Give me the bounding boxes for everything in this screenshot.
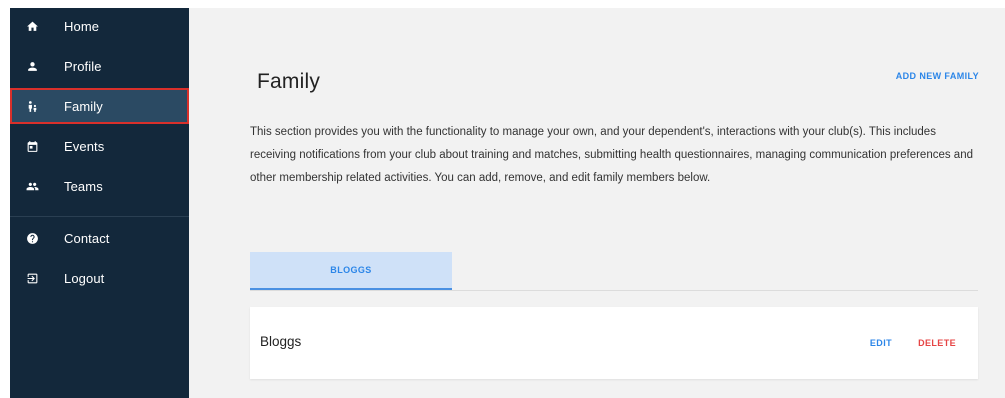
family-card: Bloggs EDIT DELETE — [250, 307, 978, 379]
calendar-icon — [25, 139, 39, 153]
main-content: Family ADD NEW FAMILY This section provi… — [189, 8, 1005, 398]
add-new-family-button[interactable]: ADD NEW FAMILY — [896, 71, 979, 81]
person-icon — [25, 59, 39, 73]
sidebar-item-label: Contact — [64, 230, 110, 246]
delete-button[interactable]: DELETE — [918, 338, 956, 348]
sidebar-item-home[interactable]: Home — [10, 8, 189, 44]
home-icon — [25, 19, 39, 33]
sidebar-item-label: Profile — [64, 58, 102, 74]
sidebar-item-label: Family — [64, 98, 103, 114]
edit-button[interactable]: EDIT — [870, 338, 892, 348]
sidebar-item-label: Teams — [64, 178, 103, 194]
sidebar-item-logout[interactable]: Logout — [10, 260, 189, 296]
sidebar-item-teams[interactable]: Teams — [10, 168, 189, 204]
sidebar-item-events[interactable]: Events — [10, 128, 189, 164]
sidebar-item-label: Logout — [64, 270, 105, 286]
sidebar: Home Profile Family Events Teams Contact — [10, 8, 189, 398]
sidebar-item-label: Home — [64, 18, 100, 34]
tab-bloggs[interactable]: BLOGGS — [250, 252, 452, 290]
sidebar-item-profile[interactable]: Profile — [10, 48, 189, 84]
page-title: Family — [257, 70, 321, 93]
group-icon — [25, 179, 39, 193]
help-icon — [25, 231, 39, 245]
sidebar-item-family[interactable]: Family — [10, 88, 189, 124]
family-name: Bloggs — [260, 334, 302, 349]
logout-icon — [25, 271, 39, 285]
family-icon — [25, 99, 39, 113]
sidebar-item-label: Events — [64, 138, 105, 154]
sidebar-item-contact[interactable]: Contact — [10, 220, 189, 256]
sidebar-divider — [10, 216, 189, 217]
section-description: This section provides you with the funct… — [250, 126, 973, 184]
family-tabs: BLOGGS — [250, 252, 978, 291]
